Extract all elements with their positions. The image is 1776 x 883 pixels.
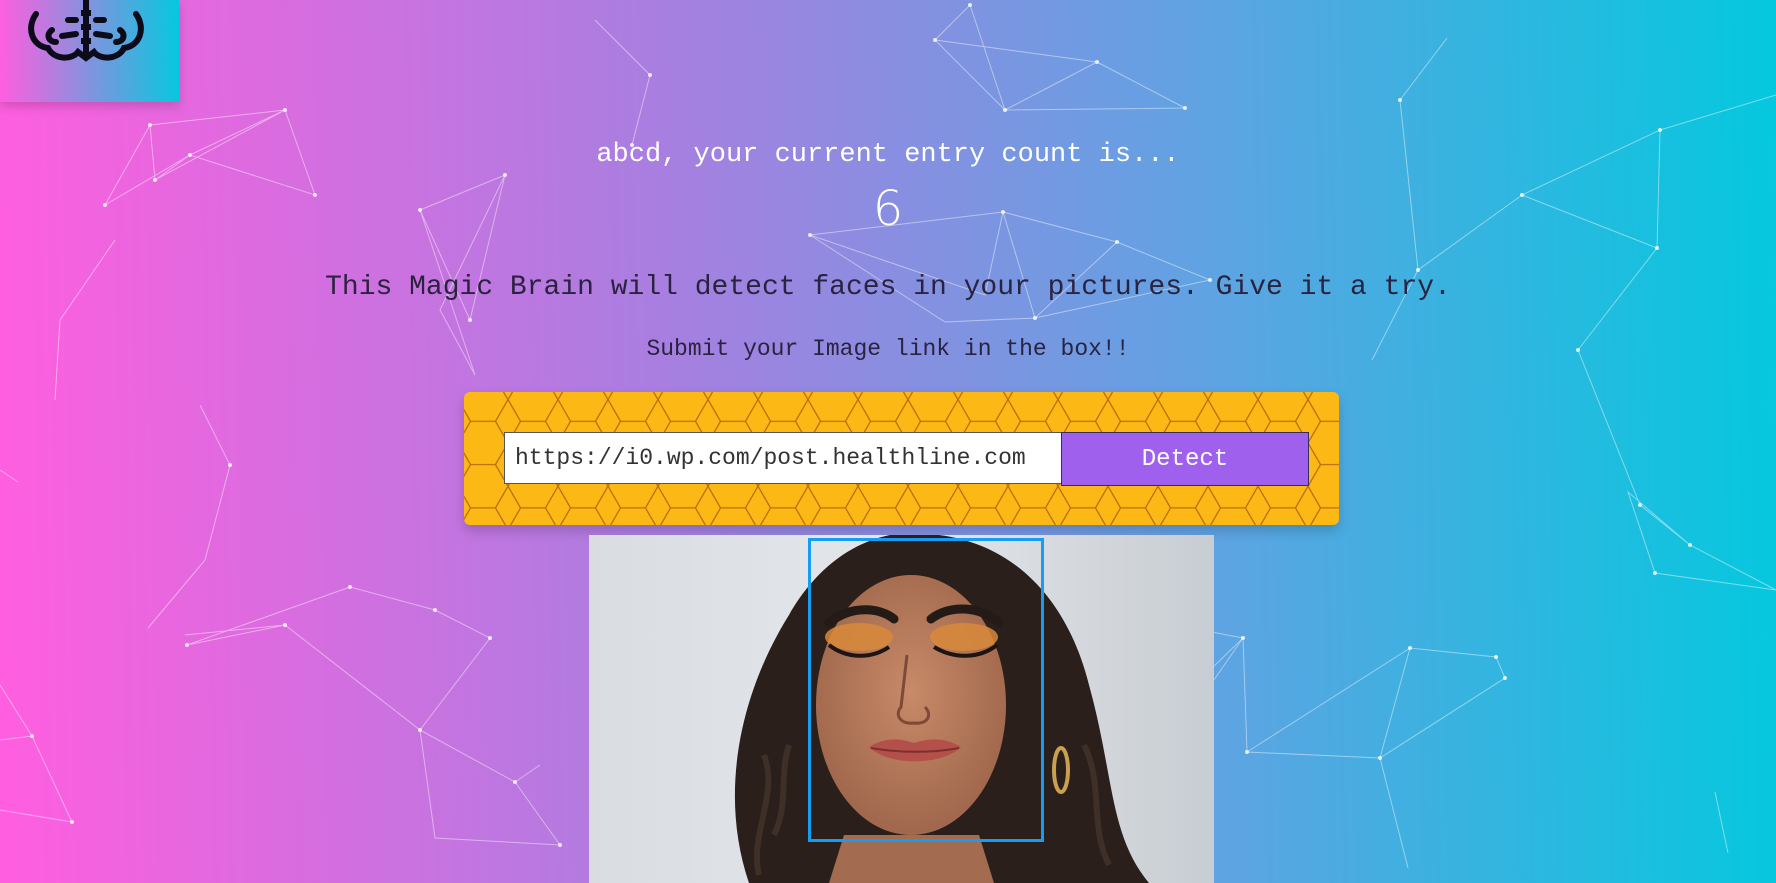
brain-icon [28, 0, 144, 62]
intro-text: This Magic Brain will detect faces in yo… [325, 272, 1451, 303]
brain-logo[interactable] [0, 0, 179, 102]
image-url-input[interactable] [504, 432, 1062, 484]
submit-prompt: Submit your Image link in the box!! [646, 336, 1130, 362]
detected-image [589, 535, 1214, 883]
image-link-form: Detect [464, 392, 1339, 525]
entry-count-value: 6 [872, 181, 904, 237]
detect-button[interactable]: Detect [1061, 432, 1309, 486]
entry-count-greeting: abcd, your current entry count is... [596, 140, 1180, 170]
face-bounding-box [808, 538, 1044, 842]
